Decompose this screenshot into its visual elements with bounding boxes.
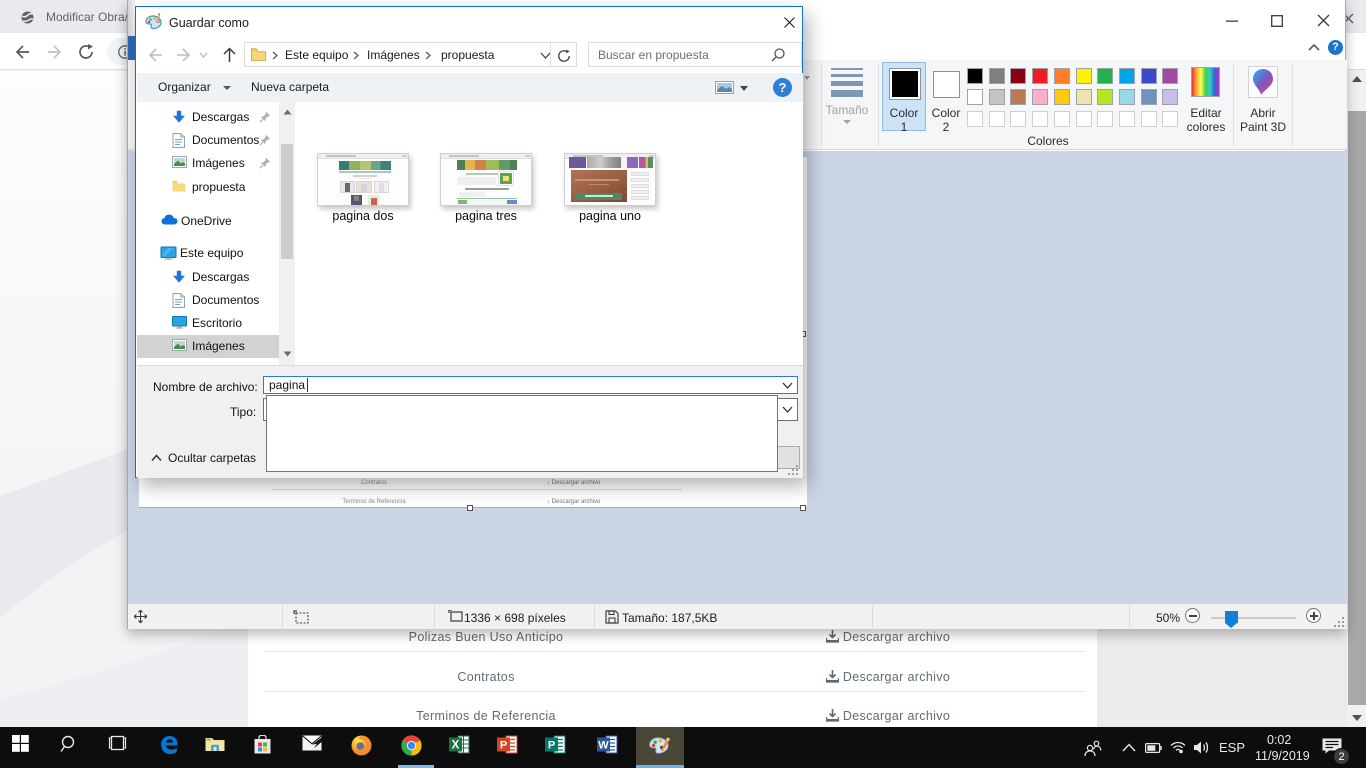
svg-text:P: P <box>548 740 555 752</box>
svg-text:X: X <box>452 740 460 752</box>
svg-text:P: P <box>500 740 507 752</box>
svg-text:W: W <box>598 740 609 752</box>
